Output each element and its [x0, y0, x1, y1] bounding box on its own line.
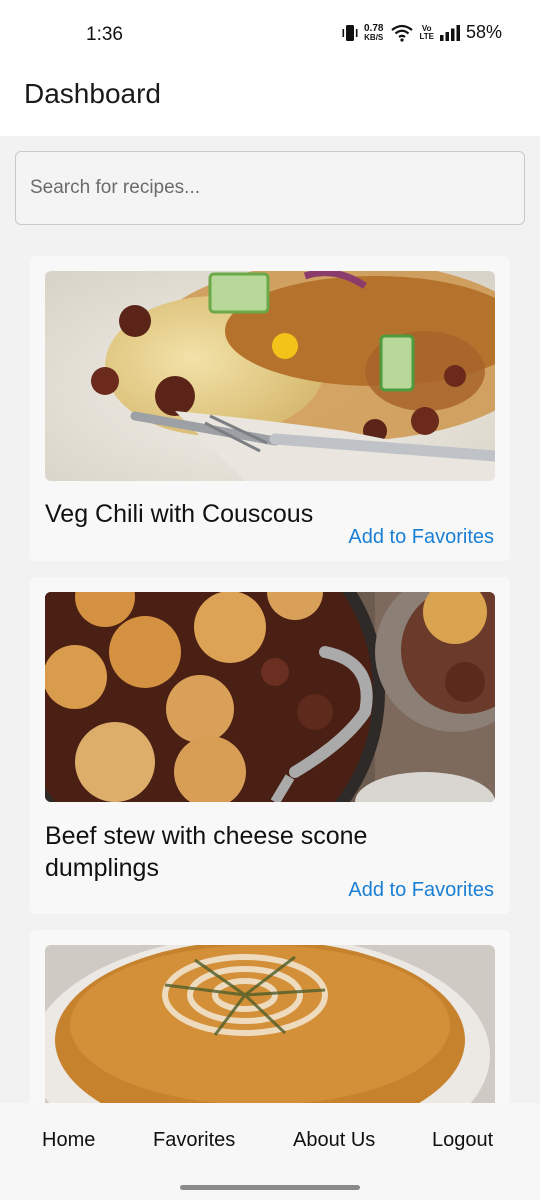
volte-indicator: Vo LTE [419, 24, 434, 41]
recipe-image[interactable] [45, 592, 495, 802]
volte-bottom: LTE [419, 31, 434, 41]
page-title: Dashboard [24, 78, 161, 109]
search-input[interactable] [15, 151, 525, 225]
dashboard-screen: 1:36 0.78 KB/S Vo LTE 58% Dashboard Sear… [0, 0, 540, 1200]
recipe-title: Beef stew with cheese scone dumplings [45, 822, 368, 882]
wifi-icon [391, 24, 414, 42]
status-icons: 0.78 KB/S Vo LTE 58% [342, 22, 502, 43]
network-speed: 0.78 KB/S [363, 22, 384, 42]
vibrate-icon [342, 24, 358, 42]
app-header: Dashboard [0, 70, 540, 136]
battery-level: 58% [465, 22, 502, 42]
recipe-image[interactable] [45, 271, 495, 481]
nav-favorites[interactable]: Favorites [153, 1129, 235, 1152]
add-to-favorites-button[interactable]: Add to Favorites [348, 526, 494, 549]
add-to-favorites-button[interactable]: Add to Favorites [348, 879, 494, 902]
recipe-card[interactable]: Veg Chili with Couscous Add to Favorites [30, 256, 510, 561]
nav-home[interactable]: Home [42, 1129, 95, 1152]
network-speed-unit: KB/S [364, 32, 384, 42]
signal-icon [439, 24, 460, 41]
network-speed-value: 0.78 [363, 22, 384, 34]
nav-logout[interactable]: Logout [432, 1129, 493, 1152]
status-time: 1:36 [86, 24, 123, 45]
recipe-card[interactable]: Beef stew with cheese scone dumplings Ad… [30, 577, 510, 914]
nav-about-us[interactable]: About Us [293, 1129, 375, 1152]
status-bar: 1:36 0.78 KB/S Vo LTE 58% [0, 0, 540, 70]
home-indicator[interactable] [180, 1185, 360, 1190]
